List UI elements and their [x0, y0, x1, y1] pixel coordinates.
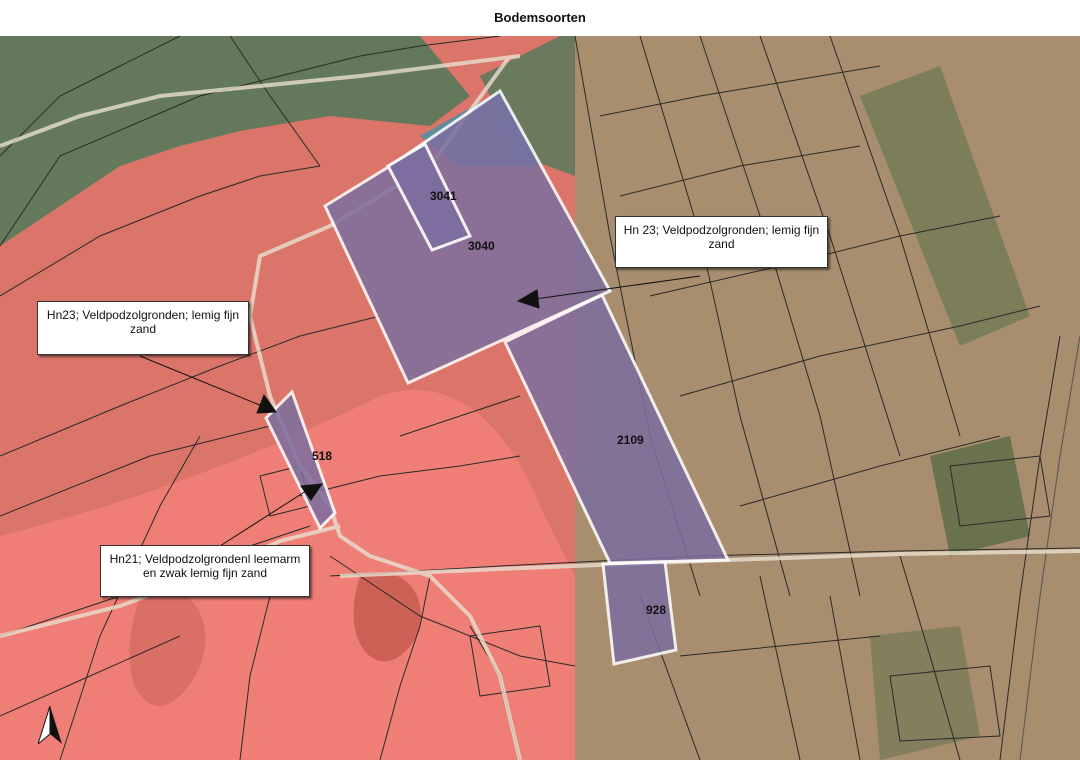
north-arrow-icon [37, 705, 62, 751]
callout-parcel-3040: Hn 23; Veldpodzolgronden; lemig fijn zan… [615, 216, 828, 268]
map-title: Bodemsoorten [494, 10, 586, 25]
parcel-label-518: 518 [312, 449, 332, 463]
parcel-label-3040: 3040 [468, 239, 495, 253]
parcel-label-928: 928 [646, 603, 666, 617]
map-svg: 3041 3040 2109 518 928 [0, 36, 1080, 760]
map-canvas[interactable]: 3041 3040 2109 518 928 [0, 36, 1080, 760]
callout-parcel-518-south: Hn21; Veldpodzolgrondenl leemarm en zwak… [100, 545, 310, 597]
parcel-label-3041: 3041 [430, 189, 457, 203]
parcel-label-2109: 2109 [617, 433, 644, 447]
callout-parcel-518-north: Hn23; Veldpodzolgronden; lemig fijn zand [37, 301, 249, 355]
